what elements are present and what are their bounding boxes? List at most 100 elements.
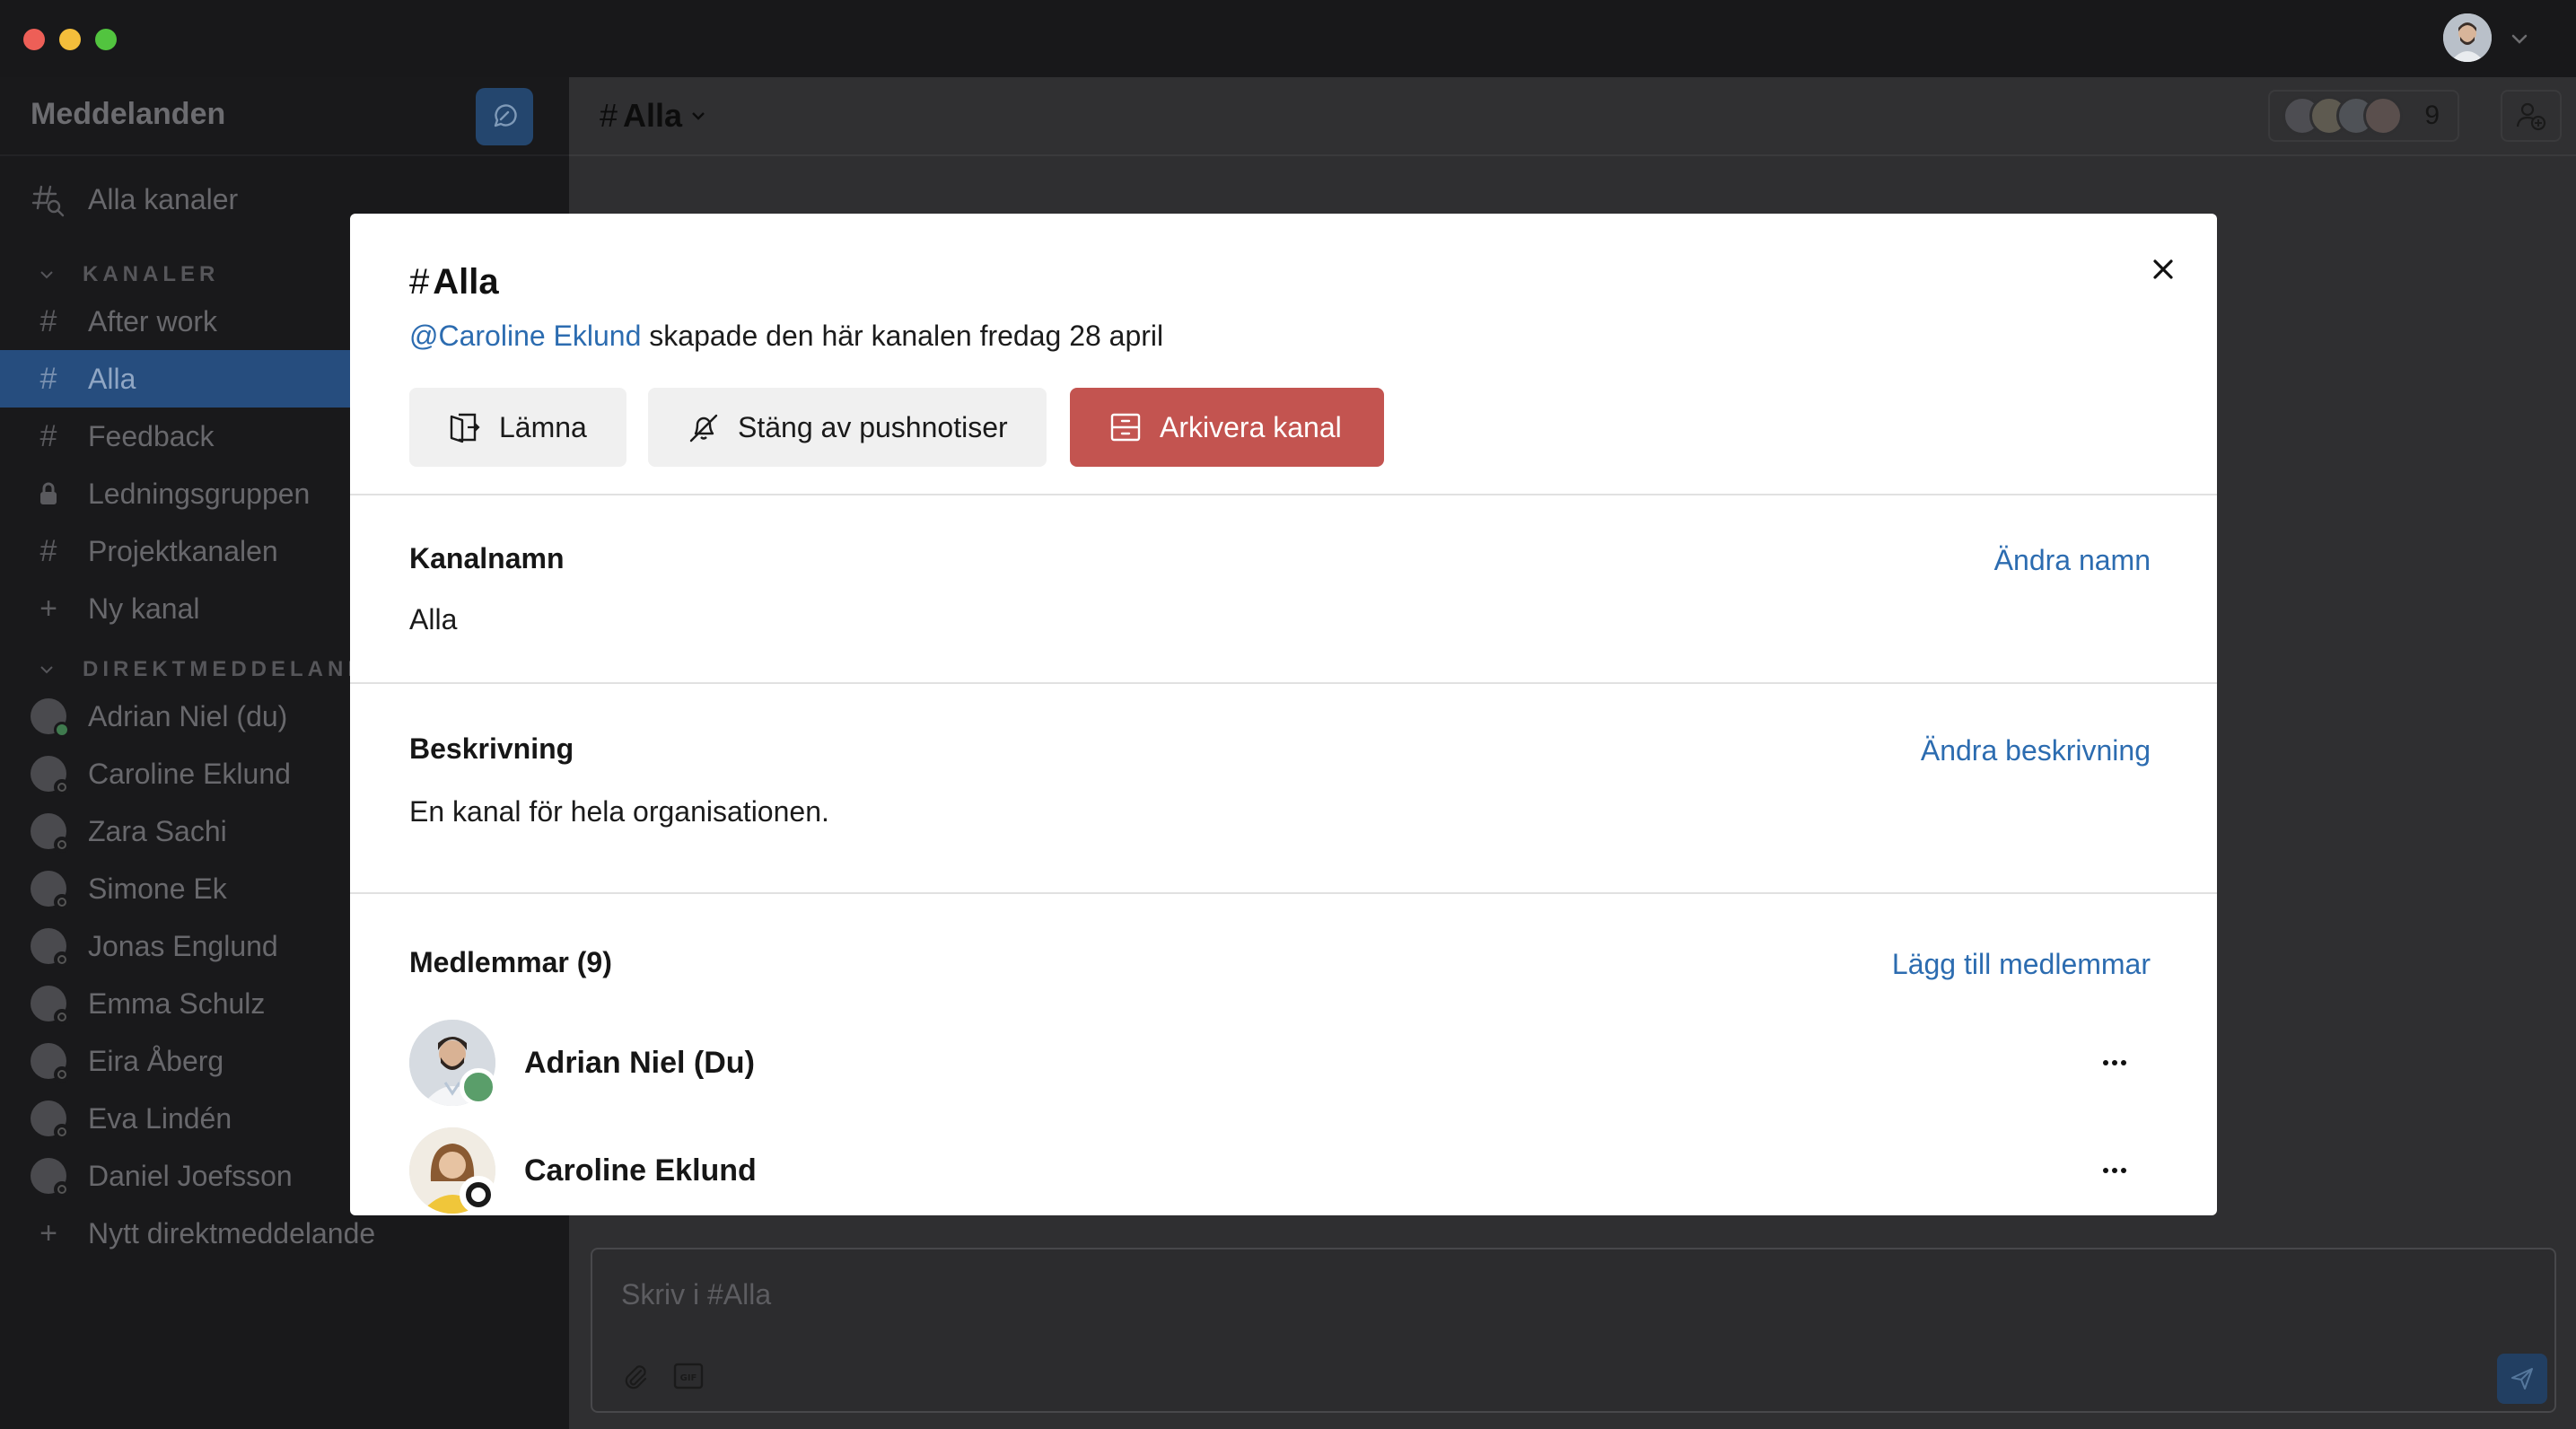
- svg-text:GIF: GIF: [680, 1373, 697, 1383]
- bell-off-icon: [686, 409, 722, 445]
- plus-icon: +: [39, 591, 57, 626]
- avatar: [31, 756, 70, 795]
- compose-button[interactable]: [476, 88, 533, 145]
- channel-name-label: Kanalnamn: [409, 542, 565, 574]
- offline-status-icon: [54, 1066, 70, 1083]
- offline-status-icon: [54, 1181, 70, 1197]
- modal-title: # Alla: [409, 262, 499, 302]
- member-count: 9: [2424, 101, 2440, 130]
- minimize-window-button[interactable]: [59, 29, 81, 50]
- avatar: [409, 1127, 497, 1214]
- hash-icon: #: [39, 418, 57, 453]
- offline-status-icon: [54, 894, 70, 910]
- description-label: Beskrivning: [409, 732, 574, 765]
- created-text: skapade den här kanalen fredag 28 april: [641, 320, 1164, 352]
- avatar: [31, 698, 70, 738]
- online-status-icon: [460, 1068, 497, 1106]
- hash-icon: #: [39, 361, 57, 396]
- more-options-button[interactable]: [2097, 1153, 2133, 1188]
- offline-status-icon: [460, 1176, 497, 1214]
- members-label: Medlemmar (9): [409, 946, 612, 978]
- online-status-icon: [54, 722, 70, 738]
- offline-status-icon: [54, 1009, 70, 1025]
- member-row: Caroline Eklund: [409, 1126, 2151, 1215]
- divider: [350, 494, 2217, 495]
- divider: [350, 892, 2217, 894]
- add-members-link[interactable]: Lägg till medlemmar: [1892, 948, 2151, 981]
- message-composer[interactable]: Skriv i #Alla GIF: [591, 1248, 2556, 1413]
- channel-created-info: @Caroline Eklund skapade den här kanalen…: [409, 320, 1163, 353]
- message-input-placeholder[interactable]: Skriv i #Alla: [621, 1278, 771, 1311]
- channel-members-button[interactable]: 9: [2268, 90, 2459, 142]
- add-member-button[interactable]: [2501, 90, 2562, 142]
- member-row: Adrian Niel (Du): [409, 1018, 2151, 1108]
- sidebar-item-label: Alla kanaler: [88, 182, 239, 215]
- sidebar-item-label: Nytt direktmeddelande: [88, 1216, 376, 1249]
- channel-settings-modal: # Alla @Caroline Eklund skapade den här …: [350, 214, 2217, 1215]
- divider: [350, 682, 2217, 684]
- chevron-down-icon: [692, 112, 705, 120]
- avatar: [31, 1100, 70, 1140]
- leave-button[interactable]: Lämna: [409, 388, 626, 467]
- leave-icon: [447, 409, 483, 445]
- send-button[interactable]: [2497, 1354, 2547, 1404]
- sidebar-item-label: Eva Lindén: [88, 1101, 232, 1135]
- paperclip-icon[interactable]: [619, 1361, 652, 1393]
- sidebar-item-label: Projektkanalen: [88, 534, 278, 567]
- close-button[interactable]: [2145, 251, 2181, 287]
- user-avatar[interactable]: [2443, 13, 2492, 62]
- hash-icon: #: [39, 533, 57, 568]
- description-value: En kanal för hela organisationen.: [409, 795, 829, 828]
- maximize-window-button[interactable]: [95, 29, 117, 50]
- compose-icon: [494, 104, 517, 127]
- gif-icon[interactable]: GIF: [673, 1363, 704, 1390]
- sidebar-item-label: Ledningsgruppen: [88, 477, 311, 510]
- creator-mention-link[interactable]: @Caroline Eklund: [409, 320, 641, 352]
- section-label: KANALER: [83, 262, 220, 286]
- avatar: [31, 986, 70, 1025]
- channel-header: # Alla 9: [569, 77, 2576, 156]
- archive-button-label: Arkivera kanal: [1160, 410, 1342, 443]
- sidebar-item-label: Daniel Joefsson: [88, 1159, 293, 1192]
- avatar: [31, 871, 70, 910]
- sidebar-item-label: Ny kanal: [88, 592, 200, 625]
- member-name: Caroline Eklund: [524, 1153, 757, 1188]
- hash-icon: #: [409, 262, 430, 302]
- channel-search-icon: [31, 181, 66, 217]
- chevron-down-icon: [40, 666, 53, 674]
- chevron-down-icon: [40, 271, 53, 279]
- edit-description-link[interactable]: Ändra beskrivning: [1921, 734, 2151, 767]
- avatar: [409, 1020, 497, 1106]
- avatar: [31, 1043, 70, 1083]
- sidebar-item-label: Simone Ek: [88, 872, 227, 905]
- window-titlebar: [0, 0, 2576, 77]
- avatar: [31, 813, 70, 853]
- member-name: Adrian Niel (Du): [524, 1045, 755, 1080]
- hash-icon: #: [39, 303, 57, 338]
- offline-status-icon: [54, 951, 70, 968]
- sidebar-item-label: Emma Schulz: [88, 986, 266, 1020]
- offline-status-icon: [54, 1124, 70, 1140]
- sidebar-item-label: Alla: [88, 362, 136, 395]
- archive-icon: [1108, 409, 1143, 445]
- sidebar-item-label: Eira Åberg: [88, 1044, 224, 1077]
- archive-channel-button[interactable]: Arkivera kanal: [1070, 388, 1384, 467]
- leave-button-label: Lämna: [499, 410, 587, 443]
- offline-status-icon: [54, 779, 70, 795]
- avatar: [31, 928, 70, 968]
- close-window-button[interactable]: [23, 29, 45, 50]
- channel-title-dropdown[interactable]: # Alla: [600, 97, 709, 135]
- send-icon: [2511, 1368, 2533, 1390]
- channel-name-value: Alla: [409, 603, 458, 636]
- hash-icon: #: [600, 97, 618, 134]
- mute-push-notifications-button[interactable]: Stäng av pushnotiser: [648, 388, 1047, 467]
- sidebar-header: Meddelanden: [0, 77, 569, 156]
- chevron-down-icon[interactable]: [2508, 27, 2531, 50]
- sidebar-item-label: Zara Sachi: [88, 814, 227, 847]
- rename-link[interactable]: Ändra namn: [1994, 544, 2151, 577]
- close-icon: [2153, 259, 2173, 279]
- more-options-button[interactable]: [2097, 1045, 2133, 1081]
- sidebar-item-label: Adrian Niel (du): [88, 699, 288, 732]
- sidebar-item-label: Feedback: [88, 419, 215, 452]
- sidebar-item-label: Caroline Eklund: [88, 757, 291, 790]
